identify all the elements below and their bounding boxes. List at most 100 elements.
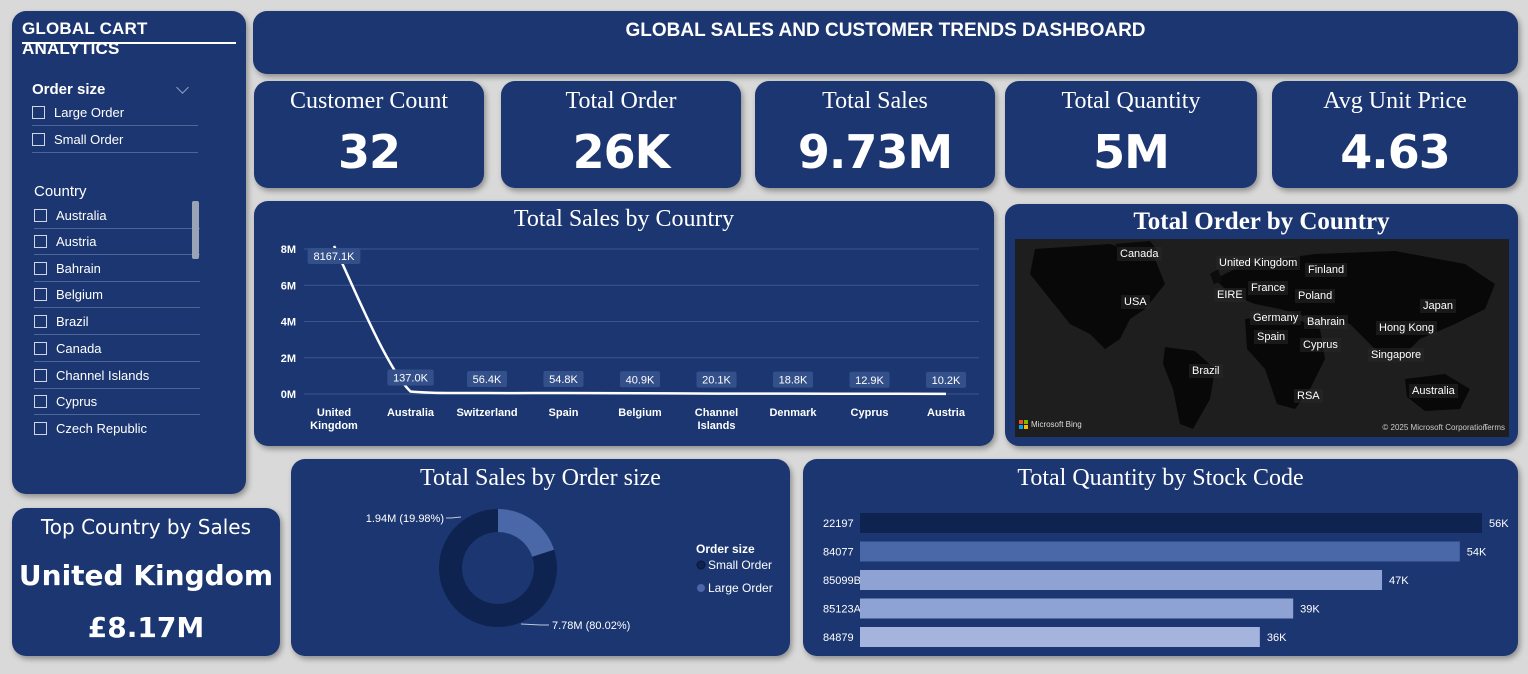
slicer-item-austria[interactable]: Austria — [34, 228, 200, 255]
slicer-item-canada[interactable]: Canada — [34, 335, 200, 362]
country-slicer-title: Country — [34, 183, 87, 200]
kpi-label: Total Order — [565, 88, 677, 114]
world-map[interactable]: Canada United Kingdom Finland USA EIRE F… — [1015, 239, 1509, 437]
slicer-item-label: Belgium — [56, 286, 103, 302]
slicer-item-label: Australia — [56, 207, 107, 223]
slicer-item-australia[interactable]: Australia — [34, 202, 200, 229]
chart-title: Total Order by Country — [1133, 208, 1390, 235]
x-tick-label: Cyprus — [851, 407, 889, 419]
slicer-item-cyprus[interactable]: Cyprus — [34, 388, 200, 415]
slicer-item-label: Cyprus — [56, 393, 98, 409]
checkbox[interactable] — [32, 105, 45, 119]
data-label: 39K — [1300, 604, 1320, 616]
quantity-by-stock-code-chart[interactable]: 22197 56K 84077 54K 85099B 47K 85123A 39K 84879 3… — [803, 459, 1518, 656]
kpi-value: 26K — [572, 125, 671, 179]
y-tick-label: 4M — [281, 317, 296, 329]
map-label-brazil: Brazil — [1189, 364, 1223, 378]
x-tick-label: Kingdom — [310, 420, 358, 432]
map-label-cyprus: Cyprus — [1300, 338, 1341, 352]
map-label-eire: EIRE — [1214, 288, 1246, 302]
sales-by-order-size-donut[interactable]: 7.78M (80.02%) 1.94M (19.98%) Order size Sm… — [291, 459, 790, 656]
kpi-total-order: Total Order 26K — [501, 81, 741, 188]
kpi-total-sales: Total Sales 9.73M — [755, 81, 995, 188]
checkbox[interactable] — [34, 234, 47, 248]
y-tick-label: 2M — [281, 353, 296, 365]
category-label: 84879 — [823, 632, 854, 644]
checkbox[interactable] — [34, 341, 47, 355]
microsoft-logo-icon — [1019, 420, 1028, 429]
x-tick-label: Belgium — [618, 407, 662, 419]
slicer-item-belgium[interactable]: Belgium — [34, 281, 200, 308]
bing-attribution: Microsoft Bing — [1019, 420, 1082, 429]
page-title: GLOBAL SALES AND CUSTOMER TRENDS DASHBOA… — [625, 20, 1146, 41]
top-country-card: Top Country by Sales United Kingdom £8.1… — [12, 508, 280, 656]
checkbox[interactable] — [34, 368, 47, 382]
checkbox[interactable] — [32, 132, 45, 146]
legend-marker — [697, 584, 705, 592]
sales-by-country-chart[interactable]: 0M 2M 4M 6M 8M UnitedKingdom 8167.1K Australia 1… — [254, 201, 994, 446]
slicer-item-label: Austria — [56, 233, 97, 249]
map-terms-link[interactable]: Terms — [1483, 423, 1505, 432]
kpi-total-quantity: Total Quantity 5M — [1005, 81, 1257, 188]
legend-title: Order size — [696, 542, 755, 556]
y-tick-label: 8M — [281, 244, 296, 256]
slicer-item-brazil[interactable]: Brazil — [34, 308, 200, 335]
data-label: 56K — [1489, 518, 1509, 530]
x-tick-label: Spain — [549, 407, 579, 419]
bar[interactable] — [860, 570, 1383, 590]
legend-marker — [696, 560, 706, 570]
map-label-finland: Finland — [1305, 263, 1348, 277]
data-label: 56.4K — [473, 374, 502, 386]
bar[interactable] — [860, 627, 1260, 647]
slicer-item-label: Large Order — [54, 104, 125, 120]
slicer-scrollbar[interactable] — [192, 201, 199, 259]
top-country-title: Top Country by Sales — [40, 515, 252, 539]
map-label-france: France — [1248, 281, 1289, 295]
data-label: 47K — [1389, 575, 1409, 587]
slicer-item-channel-islands[interactable]: Channel Islands — [34, 362, 200, 389]
checkbox[interactable] — [34, 208, 47, 222]
x-tick-label: Australia — [387, 407, 435, 419]
slicer-item-label: Brazil — [56, 313, 89, 329]
map-provider: Microsoft Bing — [1031, 420, 1082, 429]
map-label-canada: Canada — [1117, 247, 1162, 261]
data-label: 20.1K — [702, 375, 731, 387]
data-label: 40.9K — [626, 374, 655, 386]
slicer-item-label: Small Order — [54, 131, 124, 147]
map-label-bahrain: Bahrain — [1304, 315, 1348, 329]
legend-item[interactable]: Large Order — [708, 581, 773, 595]
checkbox[interactable] — [34, 261, 47, 275]
x-tick-label: Islands — [698, 420, 736, 432]
category-label: 85123A — [823, 604, 862, 616]
slicer-item-small-order[interactable]: Small Order — [32, 126, 198, 153]
brand-title: GLOBAL CART ANALYTICS — [22, 19, 148, 58]
slicer-item-bahrain[interactable]: Bahrain — [34, 255, 200, 282]
slicer-item-large-order[interactable]: Large Order — [32, 99, 198, 126]
top-country-name: United Kingdom — [18, 559, 274, 592]
data-label: 12.9K — [855, 375, 884, 387]
slicer-item-czech-republic[interactable]: Czech Republic — [34, 415, 200, 442]
donut-slice[interactable] — [498, 509, 555, 557]
checkbox[interactable] — [34, 394, 47, 408]
map-label-germany: Germany — [1250, 311, 1302, 325]
quantity-by-stock-code-card: Total Quantity by Stock Code 22197 56K 840… — [803, 459, 1518, 656]
x-tick-label: United — [317, 407, 351, 419]
kpi-value: 9.73M — [797, 125, 953, 179]
checkbox[interactable] — [34, 314, 47, 328]
kpi-value: 5M — [1093, 125, 1170, 179]
filter-panel: GLOBAL CART ANALYTICS Order size Large O… — [12, 11, 246, 494]
bar[interactable] — [860, 513, 1482, 533]
map-copyright: © 2025 Microsoft Corporation — [1382, 423, 1487, 432]
bar[interactable] — [860, 541, 1460, 562]
data-label: 54K — [1467, 547, 1487, 559]
x-tick-label: Switzerland — [456, 407, 517, 419]
data-label: 54.8K — [549, 374, 578, 386]
legend-item[interactable]: Small Order — [708, 558, 772, 572]
bar[interactable] — [860, 598, 1294, 619]
checkbox[interactable] — [34, 422, 47, 435]
map-label-usa: USA — [1121, 295, 1150, 309]
checkbox[interactable] — [34, 287, 47, 301]
kpi-label: Total Sales — [822, 88, 928, 114]
dashboard-header: GLOBAL SALES AND CUSTOMER TRENDS DASHBOA… — [253, 11, 1518, 74]
chevron-down-icon[interactable] — [176, 81, 189, 94]
